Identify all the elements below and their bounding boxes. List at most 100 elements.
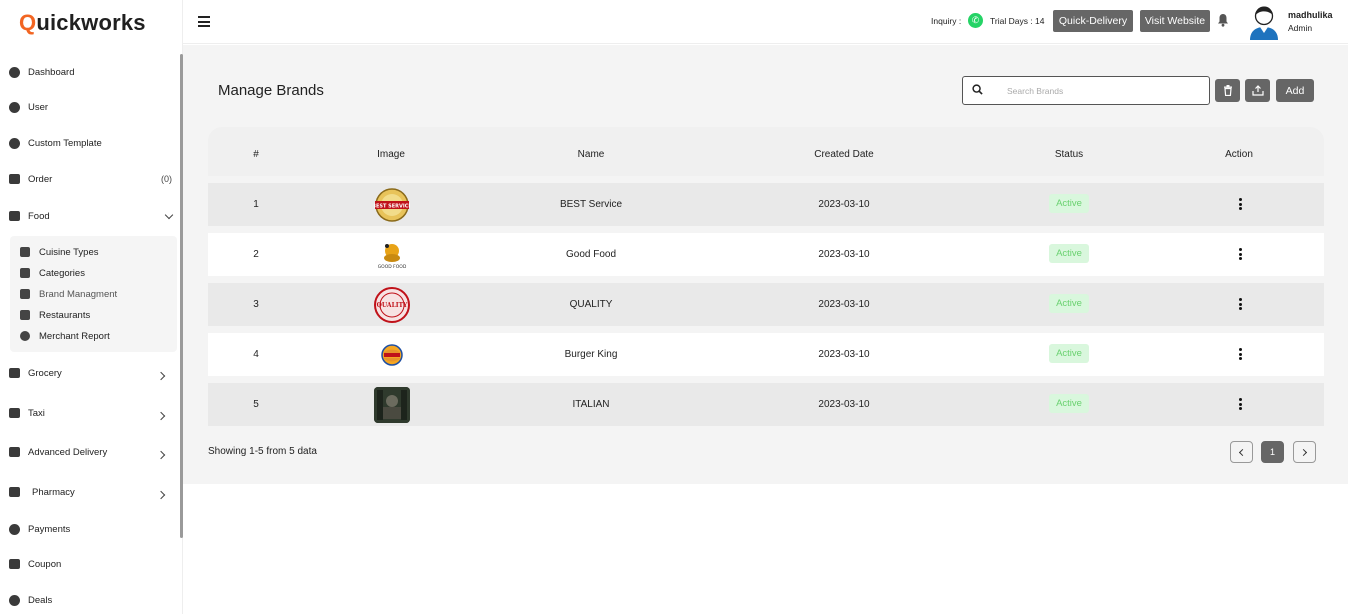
status-badge: Active bbox=[1049, 194, 1089, 213]
more-actions-icon[interactable] bbox=[1238, 248, 1242, 260]
submenu-item-brand-managment[interactable]: Brand Managment bbox=[20, 285, 117, 303]
next-page-button[interactable] bbox=[1293, 441, 1316, 463]
search-input[interactable]: Search Brands bbox=[962, 76, 1210, 105]
brands-table: # Image Name Created Date Status Action … bbox=[208, 127, 1324, 426]
visit-website-button[interactable]: Visit Website bbox=[1140, 10, 1210, 32]
created-date: 2023-03-10 bbox=[818, 199, 870, 210]
quickworks-logo[interactable]: Quickworks bbox=[19, 10, 146, 36]
sidebar-item-dashboard[interactable]: Dashboard bbox=[0, 60, 180, 84]
table-row[interactable]: 4 Burger King 2023-03-10 Active bbox=[208, 333, 1324, 376]
brand-image bbox=[374, 387, 410, 423]
row-number: 2 bbox=[253, 249, 259, 260]
table-row[interactable]: 2 GOOD FOOD Good Food 2023-03-10 Active bbox=[208, 233, 1324, 276]
submenu-item-cuisine-types[interactable]: Cuisine Types bbox=[20, 243, 99, 261]
truck-icon bbox=[8, 446, 20, 458]
sidebar-item-food[interactable]: Food bbox=[0, 204, 180, 228]
more-actions-icon[interactable] bbox=[1238, 298, 1242, 310]
bell-icon[interactable] bbox=[1217, 13, 1229, 27]
sidebar: Quickworks Dashboard User Custom Templat… bbox=[0, 0, 183, 614]
sidebar-item-user[interactable]: User bbox=[0, 95, 180, 119]
submenu-item-restaurants[interactable]: Restaurants bbox=[20, 306, 90, 324]
deals-icon bbox=[8, 594, 20, 606]
column-header: Image bbox=[377, 149, 405, 160]
sidebar-item-taxi[interactable]: Taxi bbox=[0, 401, 180, 425]
more-actions-icon[interactable] bbox=[1238, 348, 1242, 360]
row-number: 4 bbox=[253, 349, 259, 360]
table-row[interactable]: 5 ITALIAN 2023-03-10 Active bbox=[208, 383, 1324, 426]
pagination-summary: Showing 1-5 from 5 data bbox=[208, 446, 317, 457]
table-header: # Image Name Created Date Status Action bbox=[208, 127, 1324, 176]
grocery-icon bbox=[8, 367, 20, 379]
sidebar-item-label: Food bbox=[28, 210, 50, 222]
inquiry-label: Inquiry : bbox=[931, 16, 962, 26]
status-badge: Active bbox=[1049, 344, 1089, 363]
search-icon bbox=[972, 84, 983, 95]
column-header: Status bbox=[1054, 149, 1084, 160]
page-button[interactable]: 1 bbox=[1261, 441, 1284, 463]
menu-icon[interactable] bbox=[198, 16, 210, 27]
pharmacy-icon bbox=[8, 486, 20, 498]
report-icon bbox=[20, 331, 30, 341]
sidebar-item-label: Advanced Delivery bbox=[28, 446, 108, 458]
restaurant-icon bbox=[20, 310, 30, 320]
sidebar-item-label: Taxi bbox=[28, 407, 45, 419]
brand-name: QUALITY bbox=[569, 299, 613, 310]
brand-name: Burger King bbox=[564, 349, 618, 360]
column-header: Created Date bbox=[814, 149, 874, 160]
sidebar-item-deals[interactable]: Deals bbox=[0, 588, 180, 612]
sidebar-item-label: Payments bbox=[28, 523, 71, 535]
user-role: Admin bbox=[1288, 23, 1313, 33]
chevron-left-icon bbox=[1238, 448, 1247, 456]
sidebar-item-label: User bbox=[28, 101, 49, 113]
table-row[interactable]: 1 BEST SERVICE BEST Service 2023-03-10 A… bbox=[208, 183, 1324, 226]
more-actions-icon[interactable] bbox=[1238, 198, 1242, 210]
sidebar-item-custom-template[interactable]: Custom Template bbox=[0, 131, 180, 155]
trash-icon bbox=[1223, 85, 1232, 96]
sidebar-item-label: Dashboard bbox=[28, 66, 75, 78]
user-icon bbox=[8, 101, 20, 113]
add-button[interactable]: Add bbox=[1276, 79, 1314, 102]
submenu-item-categories[interactable]: Categories bbox=[20, 264, 85, 282]
brand-name: ITALIAN bbox=[572, 399, 610, 410]
sidebar-item-label: Grocery bbox=[28, 367, 62, 379]
row-number: 5 bbox=[253, 399, 259, 410]
sidebar-item-order[interactable]: Order (0) bbox=[0, 167, 180, 191]
main-content: Manage Brands Search Brands Add # Image … bbox=[183, 45, 1348, 484]
taxi-icon bbox=[8, 407, 20, 419]
template-icon bbox=[8, 137, 20, 149]
prev-page-button[interactable] bbox=[1230, 441, 1253, 463]
brand-image: QUALITY bbox=[374, 287, 410, 323]
sidebar-item-pharmacy[interactable]: Pharmacy bbox=[0, 480, 180, 504]
brand-image: GOOD FOOD bbox=[374, 237, 410, 273]
delete-button[interactable] bbox=[1215, 79, 1240, 102]
sidebar-item-label: Order bbox=[28, 173, 53, 185]
page-title: Manage Brands bbox=[218, 82, 324, 99]
created-date: 2023-03-10 bbox=[818, 299, 870, 310]
more-actions-icon[interactable] bbox=[1238, 398, 1242, 410]
svg-text:BEST SERVICE: BEST SERVICE bbox=[374, 204, 410, 210]
avatar[interactable] bbox=[1248, 4, 1280, 40]
coupon-icon bbox=[8, 558, 20, 570]
user-name[interactable]: madhulika bbox=[1288, 10, 1333, 20]
sidebar-item-coupon[interactable]: Coupon bbox=[0, 552, 180, 576]
cuisine-icon bbox=[20, 247, 30, 257]
search-placeholder: Search Brands bbox=[1007, 86, 1064, 96]
sidebar-item-label: Custom Template bbox=[28, 137, 102, 149]
food-icon bbox=[8, 210, 20, 222]
whatsapp-icon[interactable]: ✆ bbox=[968, 13, 983, 28]
brand-name: Good Food bbox=[565, 249, 617, 260]
row-number: 3 bbox=[253, 299, 259, 310]
sidebar-item-advanced-delivery[interactable]: Advanced Delivery bbox=[0, 440, 180, 464]
sidebar-item-payments[interactable]: Payments bbox=[0, 517, 180, 541]
basket-icon bbox=[8, 173, 20, 185]
table-row[interactable]: 3 QUALITY QUALITY 2023-03-10 Active bbox=[208, 283, 1324, 326]
svg-text:GOOD FOOD: GOOD FOOD bbox=[378, 264, 407, 270]
export-button[interactable] bbox=[1245, 79, 1270, 102]
brand-image bbox=[374, 337, 410, 373]
sidebar-item-grocery[interactable]: Grocery bbox=[0, 361, 180, 385]
created-date: 2023-03-10 bbox=[818, 249, 870, 260]
submenu-item-merchant-report[interactable]: Merchant Report bbox=[20, 327, 110, 345]
status-badge: Active bbox=[1049, 394, 1089, 413]
quick-delivery-button[interactable]: Quick-Delivery bbox=[1053, 10, 1133, 32]
created-date: 2023-03-10 bbox=[818, 349, 870, 360]
